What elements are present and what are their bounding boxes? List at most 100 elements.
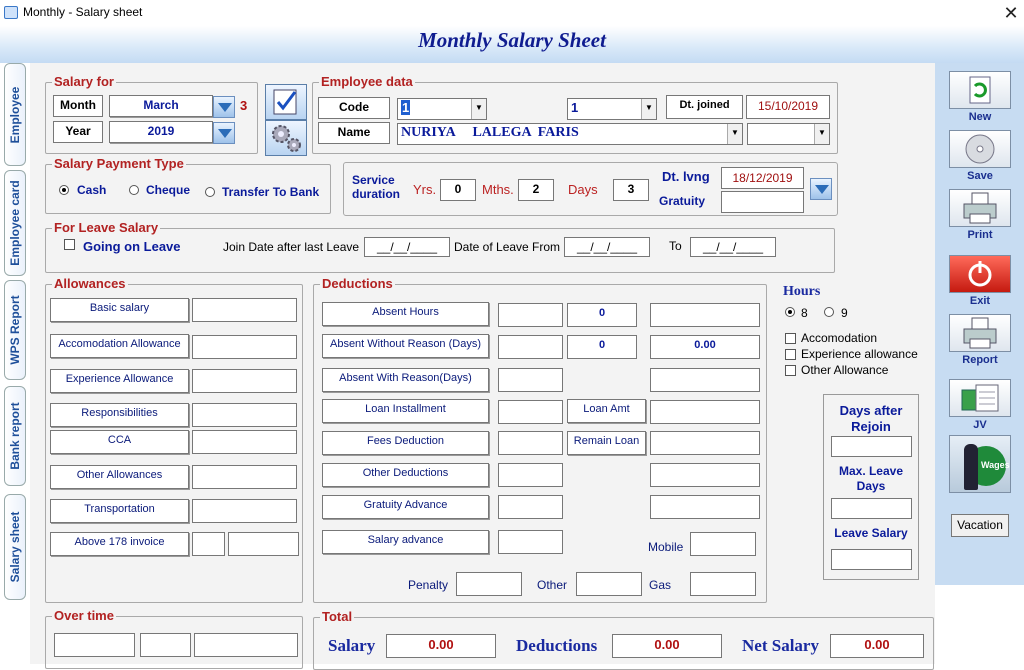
close-icon[interactable]: ✕ <box>1000 2 1022 24</box>
radio-transfer[interactable] <box>205 187 215 197</box>
settings-gears-icon[interactable] <box>265 120 307 156</box>
other-deductions-field[interactable] <box>498 463 563 487</box>
absent-wo-reason-amount[interactable]: 0.00 <box>650 335 760 359</box>
transportation-field[interactable] <box>192 499 297 523</box>
leave-salary-field[interactable] <box>831 549 912 570</box>
name-extra-combo[interactable]: ▼ <box>747 123 830 145</box>
radio-cash[interactable] <box>59 185 69 195</box>
accomodation-checkbox[interactable] <box>785 333 796 344</box>
radio-hours-9[interactable] <box>824 307 834 317</box>
loan-installment-field[interactable] <box>498 400 563 424</box>
dt-lvng-field[interactable]: 18/12/2019 <box>721 167 804 189</box>
gratuity-advance-amount[interactable] <box>650 495 760 519</box>
mobile-field[interactable] <box>690 532 756 556</box>
accomodation-field[interactable] <box>192 335 297 359</box>
wages-button[interactable]: Wages <box>949 435 1011 493</box>
experience-field[interactable] <box>192 369 297 393</box>
going-on-leave-checkbox[interactable] <box>64 239 75 250</box>
absent-hours-value[interactable]: 0 <box>567 303 637 327</box>
chevron-down-icon[interactable]: ▼ <box>641 99 656 119</box>
person-icon <box>964 444 978 490</box>
cca-field[interactable] <box>192 430 297 454</box>
chevron-down-icon[interactable]: ▼ <box>814 124 829 144</box>
invoice-amount-field[interactable] <box>228 532 299 556</box>
year-label: Year <box>53 121 103 143</box>
report-button[interactable]: Report <box>949 314 1011 366</box>
allowance-label: Other Allowances <box>50 465 189 489</box>
action-toolbar: New Save Print Exit Report JV Wages Vaca… <box>935 63 1024 585</box>
title-bar: Monthly - Salary sheet ✕ <box>0 0 1024 26</box>
absent-wo-reason-field[interactable] <box>498 335 563 359</box>
absent-hours-amount[interactable] <box>650 303 760 327</box>
join-date-field[interactable]: __/__/____ <box>364 237 450 257</box>
invoice-qty-field[interactable] <box>192 532 225 556</box>
code-combo[interactable]: 1 ▼ <box>397 98 487 120</box>
yrs-field[interactable]: 0 <box>440 179 476 201</box>
jv-button[interactable]: JV <box>949 379 1011 431</box>
dt-lvng-dropdown-icon[interactable] <box>810 178 832 200</box>
loan-amt-field[interactable] <box>650 400 760 424</box>
other-deductions-amount[interactable] <box>650 463 760 487</box>
power-icon <box>949 255 1011 293</box>
tab-wps-report[interactable]: WPS Report <box>4 280 26 380</box>
radio-hours-8[interactable] <box>785 307 795 317</box>
leave-from-field[interactable]: __/__/____ <box>564 237 650 257</box>
basic-salary-field[interactable] <box>192 298 297 322</box>
remain-loan-field[interactable] <box>650 431 760 455</box>
year-field[interactable]: 2019 <box>109 121 213 143</box>
vacation-button[interactable]: Vacation <box>951 514 1009 537</box>
print-button[interactable]: Print <box>949 189 1011 241</box>
overtime-amount-field[interactable] <box>194 633 298 657</box>
allowance-label: Accomodation Allowance <box>50 334 189 358</box>
penalty-label: Penalty <box>408 578 449 592</box>
tab-bank-report[interactable]: Bank report <box>4 386 26 486</box>
checklist-icon[interactable] <box>265 84 307 120</box>
salary-advance-field[interactable] <box>498 530 563 554</box>
chevron-down-icon[interactable]: ▼ <box>727 124 742 144</box>
responsibilities-field[interactable] <box>192 403 297 427</box>
tab-salary-sheet[interactable]: Salary sheet <box>4 494 26 600</box>
chevron-down-icon[interactable]: ▼ <box>471 99 486 119</box>
new-label: New <box>968 111 992 123</box>
max-leave-days-field[interactable] <box>831 498 912 519</box>
other-allowances-field[interactable] <box>192 465 297 489</box>
exit-button[interactable]: Exit <box>949 255 1011 307</box>
report-printer-icon <box>949 314 1011 352</box>
tab-label: Employee card <box>8 180 22 266</box>
leave-to-field[interactable]: __/__/____ <box>690 237 776 257</box>
dt-joined-field[interactable]: 15/10/2019 <box>746 95 830 119</box>
code2-combo[interactable]: 1 ▼ <box>567 98 657 120</box>
year-dropdown-icon[interactable] <box>213 122 235 144</box>
absent-with-reason-field[interactable] <box>498 368 563 392</box>
month-dropdown-icon[interactable] <box>213 96 235 118</box>
tab-employee[interactable]: Employee <box>4 63 26 166</box>
other-allowance-checkbox[interactable] <box>785 365 796 376</box>
month-field[interactable]: March <box>109 95 213 117</box>
gratuity-field[interactable] <box>721 191 804 213</box>
save-button[interactable]: Save <box>949 130 1011 182</box>
experience-checkbox[interactable] <box>785 349 796 360</box>
fees-deduction-field[interactable] <box>498 431 563 455</box>
name-combo[interactable]: NURIYA LALEGA FARIS ▼ <box>397 123 743 145</box>
new-button[interactable]: New <box>949 71 1011 123</box>
absent-with-reason-amount[interactable] <box>650 368 760 392</box>
days-field[interactable]: 3 <box>613 179 649 201</box>
overtime-hours-field[interactable] <box>54 633 135 657</box>
days-after-rejoin-field[interactable] <box>831 436 912 457</box>
month-number: 3 <box>240 98 248 113</box>
loan-amt-label: Loan Amt <box>567 399 646 423</box>
service-label: Service <box>352 173 395 187</box>
gas-field[interactable] <box>690 572 756 596</box>
mths-field[interactable]: 2 <box>518 179 554 201</box>
absent-hours-field[interactable] <box>498 303 563 327</box>
overtime-rate-field[interactable] <box>140 633 191 657</box>
yrs-label: Yrs. <box>413 182 437 197</box>
absent-wo-reason-value[interactable]: 0 <box>567 335 637 359</box>
tab-employee-card[interactable]: Employee card <box>4 170 26 276</box>
radio-cheque[interactable] <box>129 185 139 195</box>
gratuity-advance-field[interactable] <box>498 495 563 519</box>
total-deductions-label: Deductions <box>516 636 598 655</box>
penalty-field[interactable] <box>456 572 522 596</box>
hours-label: Hours <box>783 284 821 299</box>
other-field[interactable] <box>576 572 642 596</box>
